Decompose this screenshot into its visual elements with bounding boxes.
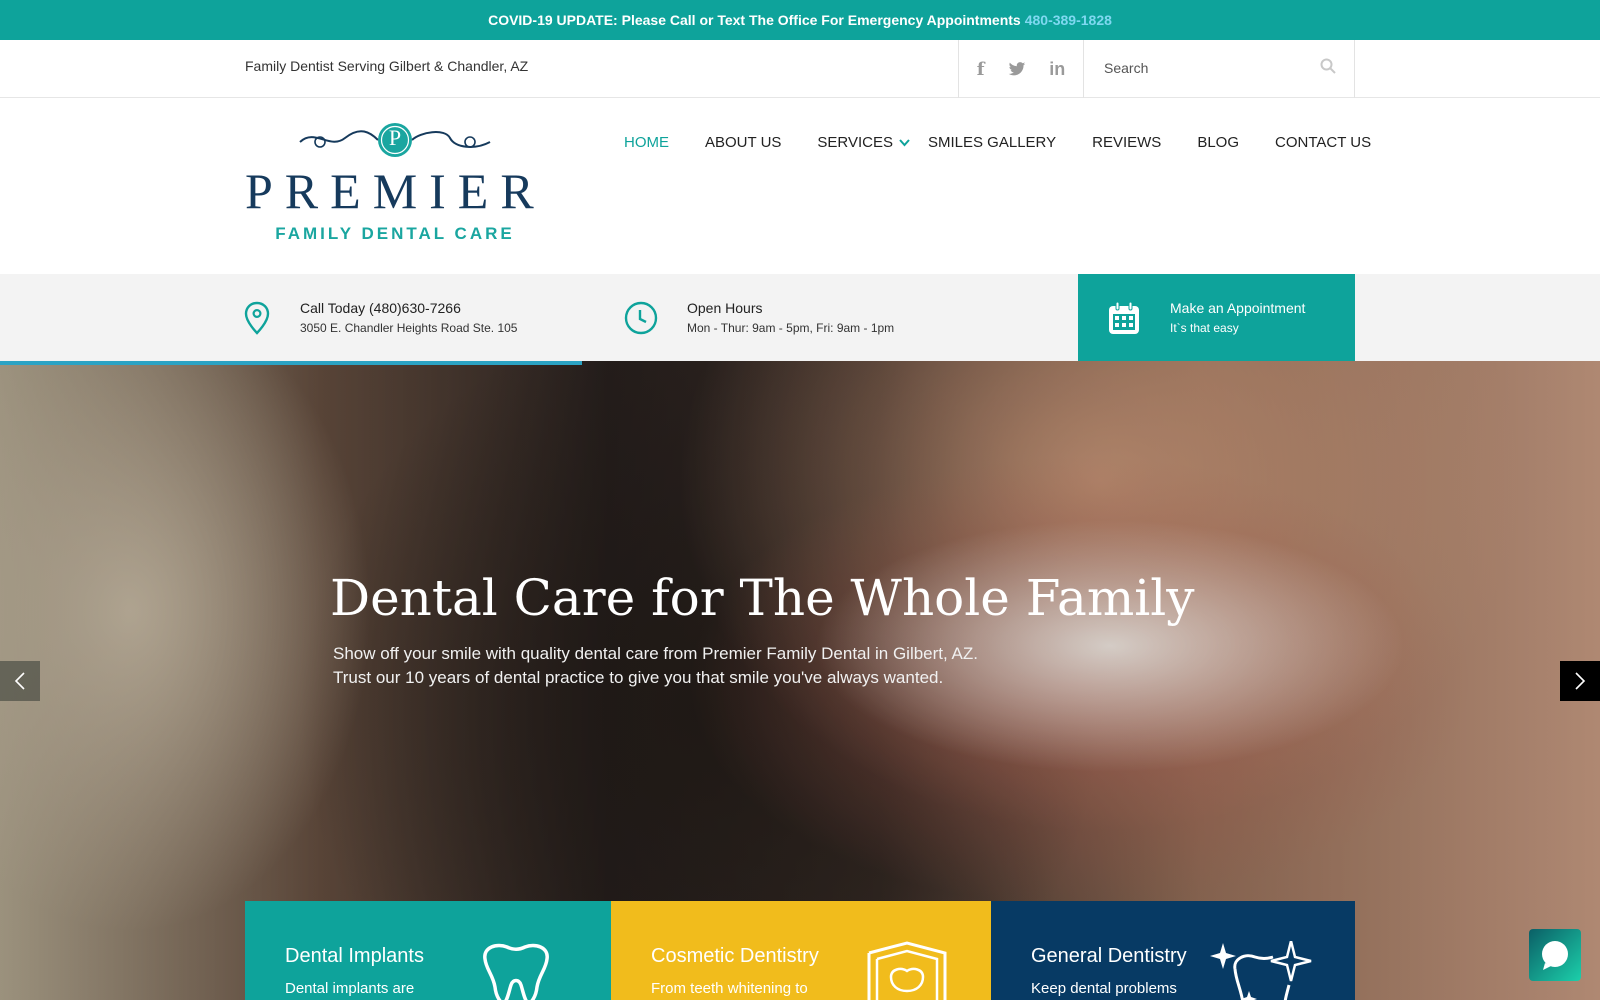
nav-blog[interactable]: BLOG bbox=[1197, 134, 1239, 151]
hours-detail: Mon - Thur: 9am - 5pm, Fri: 9am - 1pm bbox=[687, 321, 895, 335]
calendar-icon bbox=[1109, 301, 1139, 334]
utility-bar: Family Dentist Serving Gilbert & Chandle… bbox=[0, 40, 1600, 98]
hours-title: Open Hours bbox=[687, 300, 763, 316]
make-appointment-button[interactable]: Make an Appointment It`s that easy bbox=[1078, 274, 1355, 361]
tooth-icon bbox=[483, 943, 549, 1000]
service-card-title: Dental Implants bbox=[285, 945, 424, 967]
covid-phone-link[interactable]: 480-389-1828 bbox=[1025, 12, 1112, 28]
slider-next-button[interactable] bbox=[1560, 661, 1600, 701]
info-bar: Call Today (480)630-7266 3050 E. Chandle… bbox=[0, 274, 1600, 361]
appointment-detail: It`s that easy bbox=[1170, 321, 1239, 335]
call-info: Call Today (480)630-7266 3050 E. Chandle… bbox=[244, 274, 517, 361]
tagline: Family Dentist Serving Gilbert & Chandle… bbox=[245, 58, 529, 74]
sparkling-tooth-icon bbox=[1210, 941, 1312, 1000]
chat-bubble-icon bbox=[1542, 941, 1568, 970]
chevron-down-icon[interactable] bbox=[899, 138, 910, 147]
nav-contact-us[interactable]: CONTACT US bbox=[1275, 134, 1371, 151]
service-card-dental-implants[interactable]: Dental Implants Dental implants are bbox=[245, 901, 611, 1000]
hours-info: Open Hours Mon - Thur: 9am - 5pm, Fri: 9… bbox=[624, 274, 894, 361]
linkedin-icon[interactable]: in bbox=[1049, 59, 1065, 80]
service-card-general-dentistry[interactable]: General Dentistry Keep dental problems bbox=[991, 901, 1355, 1000]
nav-reviews[interactable]: REVIEWS bbox=[1092, 134, 1161, 151]
site-header: P PREMIER FAMILY DENTAL CARE HOME ABOUT … bbox=[0, 98, 1600, 274]
service-card-cosmetic-dentistry[interactable]: Cosmetic Dentistry From teeth whitening … bbox=[611, 901, 991, 1000]
hero-subtext-line1: Show off your smile with quality dental … bbox=[333, 644, 978, 663]
search-icon[interactable] bbox=[1320, 58, 1336, 79]
hero-heading: Dental Care for The Whole Family bbox=[330, 569, 1195, 627]
slider-progress-bar bbox=[0, 361, 582, 365]
site-logo[interactable]: P PREMIER FAMILY DENTAL CARE bbox=[245, 120, 545, 250]
social-links: f in bbox=[958, 40, 1084, 98]
hero-subtext: Show off your smile with quality dental … bbox=[333, 642, 1093, 690]
covid-message: COVID-19 UPDATE: Please Call or Text The… bbox=[488, 12, 1021, 28]
twitter-icon[interactable] bbox=[1008, 61, 1026, 77]
hero-subtext-line2: Trust our 10 years of dental practice to… bbox=[333, 668, 944, 687]
nav-about-us[interactable]: ABOUT US bbox=[705, 134, 781, 151]
chevron-right-icon bbox=[1575, 672, 1586, 690]
clock-icon bbox=[624, 301, 658, 334]
call-title[interactable]: Call Today (480)630-7266 bbox=[300, 300, 517, 316]
slider-prev-button[interactable] bbox=[0, 661, 40, 701]
shield-tooth-icon bbox=[867, 941, 947, 1000]
nav-services-label: SERVICES bbox=[817, 134, 893, 151]
address: 3050 E. Chandler Heights Road Ste. 105 bbox=[300, 321, 518, 335]
logo-name: PREMIER bbox=[245, 163, 546, 219]
nav-services[interactable]: SERVICES bbox=[817, 134, 910, 151]
search-input[interactable] bbox=[1104, 54, 1304, 82]
chat-widget-button[interactable] bbox=[1529, 929, 1581, 981]
search-box bbox=[1084, 40, 1355, 98]
logo-subtitle: FAMILY DENTAL CARE bbox=[275, 224, 515, 243]
covid-banner: COVID-19 UPDATE: Please Call or Text The… bbox=[0, 0, 1600, 40]
chevron-left-icon bbox=[14, 672, 25, 690]
facebook-icon[interactable]: f bbox=[977, 59, 985, 80]
appointment-title: Make an Appointment bbox=[1170, 300, 1306, 316]
logo-crest-letter: P bbox=[388, 125, 402, 150]
location-pin-icon bbox=[244, 301, 270, 335]
nav-smiles-gallery[interactable]: SMILES GALLERY bbox=[928, 134, 1056, 151]
main-nav: HOME ABOUT US SERVICES SMILES GALLERY RE… bbox=[624, 134, 1371, 151]
nav-home[interactable]: HOME bbox=[624, 134, 669, 151]
service-card-desc: Dental implants are bbox=[285, 980, 415, 997]
